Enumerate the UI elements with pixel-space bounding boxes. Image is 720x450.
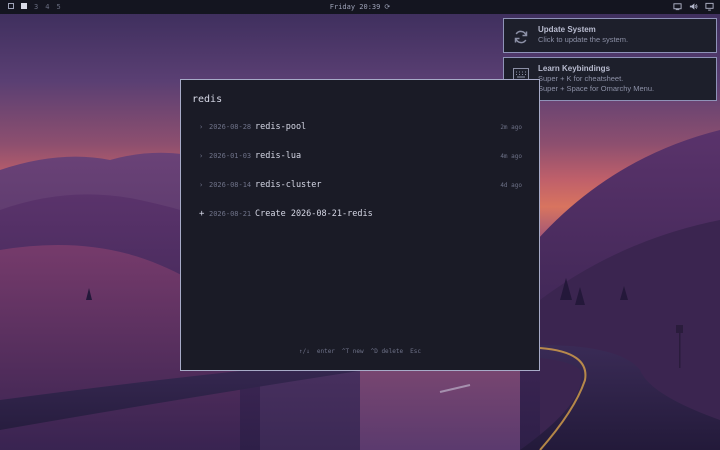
- spinner-icon: ⟳: [384, 3, 391, 11]
- system-tray: [673, 2, 714, 11]
- top-bar: 3 4 5 Friday 20:39 ⟳: [0, 0, 720, 14]
- result-date: 2026-08-28: [209, 123, 252, 131]
- square-filled-icon: [21, 3, 27, 9]
- result-age: 2m ago: [500, 123, 522, 131]
- notification-title: Update System: [538, 25, 596, 34]
- chevron-right-icon: ›: [199, 152, 204, 160]
- refresh-icon: [504, 19, 538, 45]
- workspace-3[interactable]: 3: [34, 3, 38, 11]
- clock: Friday 20:39 ⟳: [0, 0, 720, 14]
- result-name: redis-cluster: [255, 180, 322, 190]
- workspace-5[interactable]: 5: [56, 3, 60, 11]
- search-input[interactable]: redis: [192, 94, 222, 105]
- notification-text: Click to update the system.: [538, 35, 629, 44]
- launcher-dialog: redis › 2026-08-28 redis-pool 2m ago › 2…: [180, 79, 540, 371]
- result-row[interactable]: › 2026-08-28 redis-pool 2m ago: [199, 120, 522, 134]
- volume-icon[interactable]: [689, 2, 698, 11]
- create-entry-row[interactable]: + 2026-08-21 Create 2026-08-21-redis: [199, 207, 522, 221]
- hint-new: ^T new: [341, 348, 364, 355]
- notification-title: Learn Keybindings: [538, 64, 611, 73]
- monitor-icon[interactable]: [705, 2, 714, 11]
- workspace-4[interactable]: 4: [45, 3, 49, 11]
- notification-update-system[interactable]: Update System Click to update the system…: [503, 18, 717, 53]
- chevron-right-icon: ›: [199, 181, 204, 189]
- hint-navigate: ↑/↓: [299, 348, 310, 355]
- result-name: redis-lua: [255, 151, 302, 161]
- hint-escape: Esc: [410, 348, 421, 355]
- keyboard-icon: [504, 58, 538, 80]
- result-age: 4d ago: [500, 181, 522, 189]
- workspace-switcher: 3 4 5: [0, 3, 61, 11]
- result-date: 2026-08-14: [209, 181, 252, 189]
- hint-enter: enter: [316, 348, 335, 355]
- square-outline-icon: [8, 3, 14, 9]
- result-row[interactable]: › 2026-08-14 redis-cluster 4d ago: [199, 178, 522, 192]
- workspace-1[interactable]: [8, 3, 14, 11]
- chevron-right-icon: ›: [199, 123, 204, 131]
- notification-text: Super + Space for Omarchy Menu.: [538, 84, 655, 93]
- plus-icon: +: [199, 209, 205, 219]
- screen-icon[interactable]: [673, 2, 682, 11]
- result-date: 2026-01-03: [209, 152, 252, 160]
- create-date: 2026-08-21: [209, 210, 252, 218]
- workspace-2[interactable]: [21, 3, 27, 11]
- result-name: redis-pool: [255, 122, 307, 132]
- result-age: 4m ago: [500, 152, 522, 160]
- hint-delete: ^D delete: [370, 348, 404, 355]
- notification-text: Super + K for cheatsheet.: [538, 74, 624, 83]
- clock-label[interactable]: Friday 20:39: [330, 3, 381, 11]
- result-row[interactable]: › 2026-01-03 redis-lua 4m ago: [199, 149, 522, 163]
- keyboard-hints: ↑/↓ enter ^T new ^D delete Esc: [181, 348, 539, 355]
- create-label: Create 2026-08-21-redis: [255, 209, 373, 219]
